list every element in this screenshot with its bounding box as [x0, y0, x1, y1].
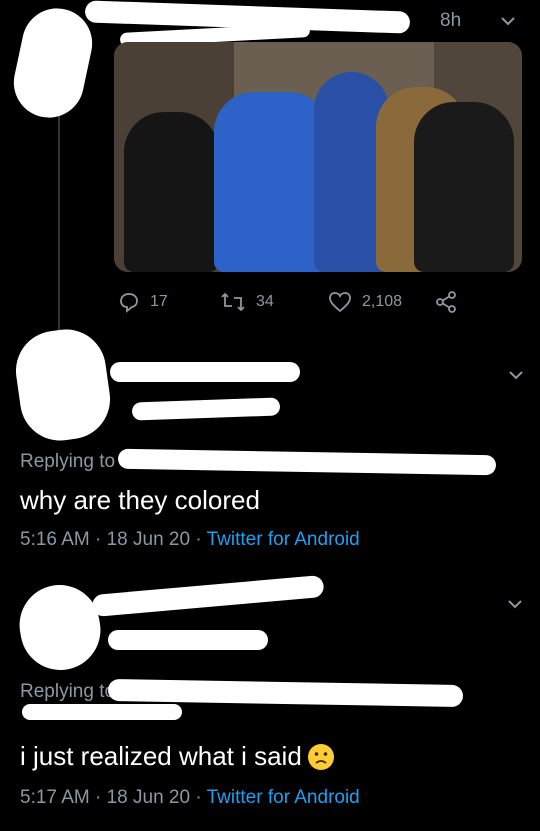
meta-separator: ·: [95, 787, 102, 808]
redacted-avatar: [13, 578, 107, 677]
reply-text: i just realized what i said: [20, 741, 336, 772]
redacted-mentions: [107, 678, 464, 708]
meta-separator: ·: [195, 787, 202, 808]
redacted-avatar: [7, 1, 99, 125]
client-link[interactable]: Twitter for Android: [207, 529, 360, 550]
redacted-mentions: [22, 704, 182, 720]
reply-time: 5:17 AM: [20, 787, 90, 808]
meta-separator: ·: [95, 529, 102, 550]
retweet-icon: [221, 292, 245, 312]
redacted-handle: [108, 630, 268, 650]
reply-date: 18 Jun 20: [106, 529, 191, 550]
like-action[interactable]: 2,108: [328, 291, 402, 313]
reply-text: why are they colored: [20, 485, 260, 515]
reply-time: 5:16 AM: [20, 529, 90, 550]
chevron-down-icon[interactable]: [499, 12, 517, 30]
retweet-action[interactable]: 34: [220, 291, 274, 313]
redacted-mentions: [117, 448, 497, 476]
chevron-down-icon[interactable]: [506, 595, 524, 613]
tweet-time: 8h: [440, 10, 462, 31]
reply-text-content: i just realized what i said: [20, 741, 302, 771]
heart-icon: [329, 292, 351, 313]
reply-count: 17: [150, 293, 168, 310]
reply-icon: [120, 293, 138, 313]
retweet-count: 34: [256, 293, 274, 310]
client-link[interactable]: Twitter for Android: [207, 787, 360, 808]
like-count: 2,108: [362, 293, 403, 310]
redacted-avatar: [10, 324, 116, 446]
reply-meta: 5:17 AM · 18 Jun 20 · Twitter for Androi…: [20, 787, 360, 809]
slightly-frowning-face-icon: [307, 743, 334, 770]
meta-separator: ·: [195, 529, 202, 550]
reply-action[interactable]: 17: [118, 291, 168, 313]
chevron-down-icon[interactable]: [507, 366, 525, 384]
share-icon[interactable]: [434, 290, 458, 314]
reply-meta: 5:16 AM · 18 Jun 20 · Twitter for Androi…: [20, 529, 360, 551]
replying-to-label: Replying to: [20, 681, 116, 702]
redacted-handle: [131, 397, 281, 421]
redacted-name: [91, 574, 325, 618]
tweet-photo[interactable]: [114, 42, 522, 272]
redacted-name: [110, 362, 300, 382]
replying-to-label: Replying to: [20, 451, 116, 472]
reply-date: 18 Jun 20: [106, 787, 191, 808]
